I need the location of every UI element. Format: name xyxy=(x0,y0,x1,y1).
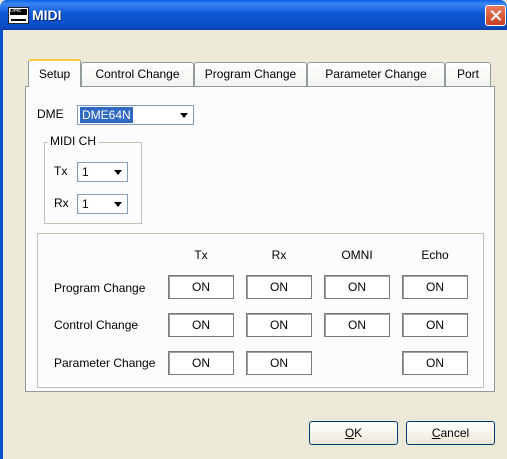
program-change-rx-toggle[interactable]: ON xyxy=(246,275,312,299)
app-icon-text: DME xyxy=(10,8,22,14)
tab-program-change[interactable]: Program Change xyxy=(194,62,307,86)
tab-label: Program Change xyxy=(204,67,297,81)
row-label-control-change: Control Change xyxy=(54,318,139,332)
control-change-rx-toggle[interactable]: ON xyxy=(246,313,312,337)
rx-channel-value: 1 xyxy=(82,197,89,211)
window-border xyxy=(0,30,3,459)
cancel-button[interactable]: Cancel xyxy=(406,421,495,445)
program-change-omni-toggle[interactable]: ON xyxy=(324,275,390,299)
tab-setup[interactable]: Setup xyxy=(28,59,81,87)
program-change-echo-toggle[interactable]: ON xyxy=(402,275,468,299)
chevron-down-icon[interactable] xyxy=(110,196,126,212)
rx-label: Rx xyxy=(54,196,69,210)
chevron-down-icon[interactable] xyxy=(176,107,192,123)
control-change-echo-toggle[interactable]: ON xyxy=(402,313,468,337)
cancel-label-rest: ancel xyxy=(440,426,470,440)
program-change-tx-toggle[interactable]: ON xyxy=(168,275,234,299)
column-header-omni: OMNI xyxy=(341,248,373,262)
tab-control-change[interactable]: Control Change xyxy=(81,62,194,86)
tab-label: Setup xyxy=(38,67,71,81)
column-header-echo: Echo xyxy=(421,248,449,262)
title-bar[interactable]: DME MIDI xyxy=(0,0,507,30)
control-change-omni-toggle[interactable]: ON xyxy=(324,313,390,337)
tab-label: Parameter Change xyxy=(325,67,427,81)
tab-label: Control Change xyxy=(95,67,180,81)
chevron-down-icon[interactable] xyxy=(110,164,126,180)
tx-channel-value: 1 xyxy=(82,165,89,179)
tx-label: Tx xyxy=(54,164,68,178)
column-header-tx: Tx xyxy=(194,248,208,262)
tab-port[interactable]: Port xyxy=(445,62,491,86)
tab-parameter-change[interactable]: Parameter Change xyxy=(307,62,445,86)
ok-label-rest: K xyxy=(354,426,363,440)
dme-label: DME xyxy=(37,107,64,121)
midi-ch-group-title: MIDI CH xyxy=(48,134,98,148)
close-icon[interactable] xyxy=(485,5,506,26)
ok-button[interactable]: OK xyxy=(309,421,398,445)
parameter-change-echo-toggle[interactable]: ON xyxy=(402,351,468,375)
dme-app-icon: DME xyxy=(8,7,29,24)
row-label-program-change: Program Change xyxy=(54,281,146,295)
dme-select-value: DME64N xyxy=(80,107,133,123)
control-change-tx-toggle[interactable]: ON xyxy=(168,313,234,337)
tab-label: Port xyxy=(456,67,479,81)
parameter-change-rx-toggle[interactable]: ON xyxy=(246,351,312,375)
parameter-change-tx-toggle[interactable]: ON xyxy=(168,351,234,375)
rx-channel-select[interactable]: 1 xyxy=(77,194,128,214)
row-label-parameter-change: Parameter Change xyxy=(54,356,156,370)
column-header-rx: Rx xyxy=(271,248,287,262)
ok-mnemonic: O xyxy=(344,426,355,440)
dme-select[interactable]: DME64N xyxy=(77,105,194,125)
tx-channel-select[interactable]: 1 xyxy=(77,162,128,182)
window-title: MIDI xyxy=(32,7,62,23)
